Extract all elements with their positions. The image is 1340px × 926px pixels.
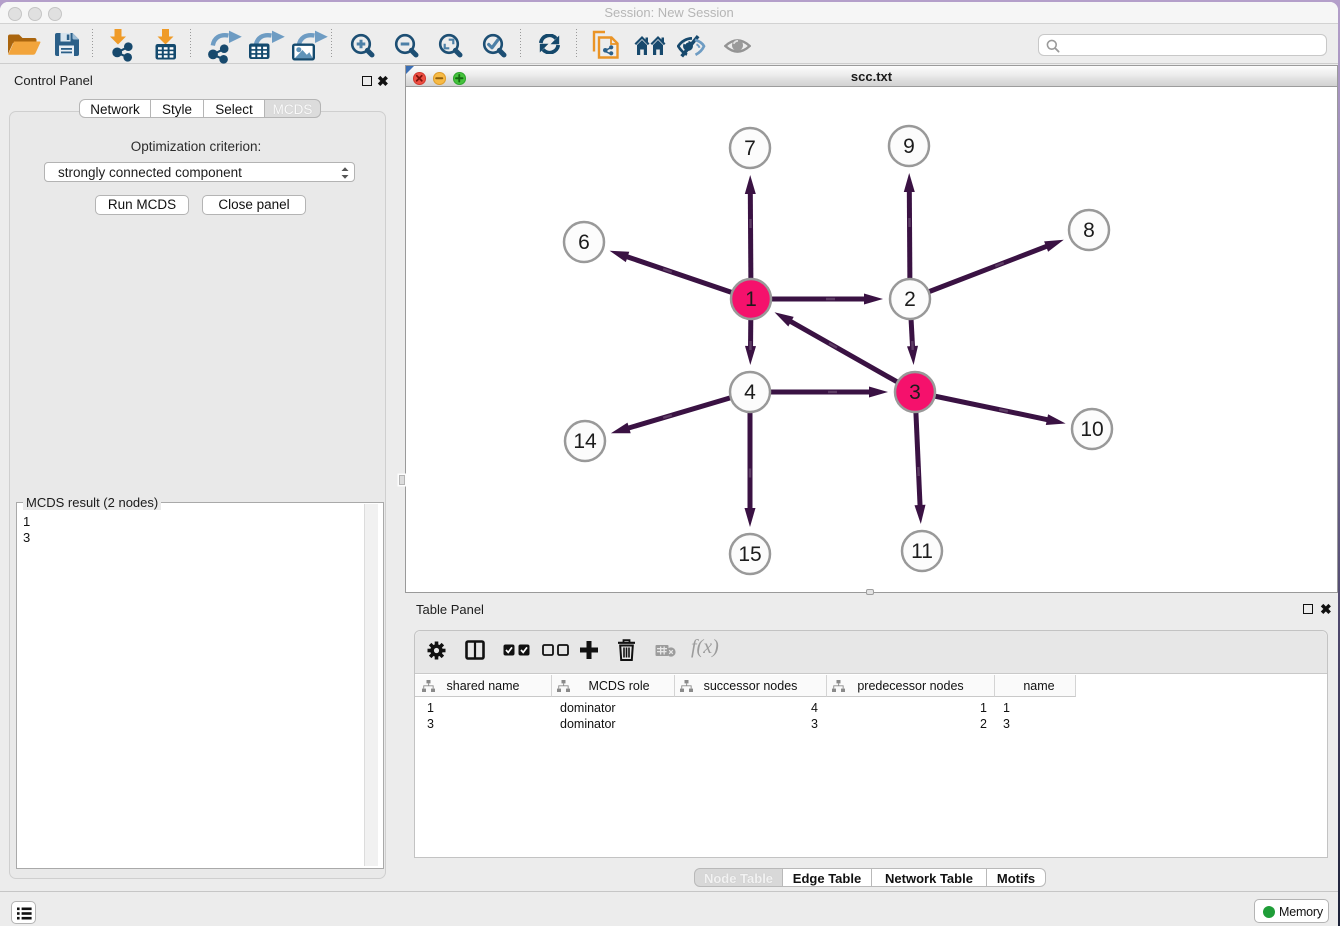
- svg-text:9: 9: [903, 135, 915, 158]
- svg-text:6: 6: [578, 231, 590, 254]
- svg-text:3: 3: [909, 381, 921, 404]
- svg-text:14: 14: [573, 430, 597, 453]
- svg-text:7: 7: [744, 137, 756, 160]
- svg-text:15: 15: [738, 543, 761, 566]
- svg-text:10: 10: [1080, 418, 1103, 441]
- svg-text:1: 1: [745, 288, 757, 311]
- svg-text:11: 11: [911, 540, 933, 563]
- svg-text:4: 4: [744, 381, 756, 404]
- svg-text:2: 2: [904, 288, 916, 311]
- svg-text:8: 8: [1083, 219, 1095, 242]
